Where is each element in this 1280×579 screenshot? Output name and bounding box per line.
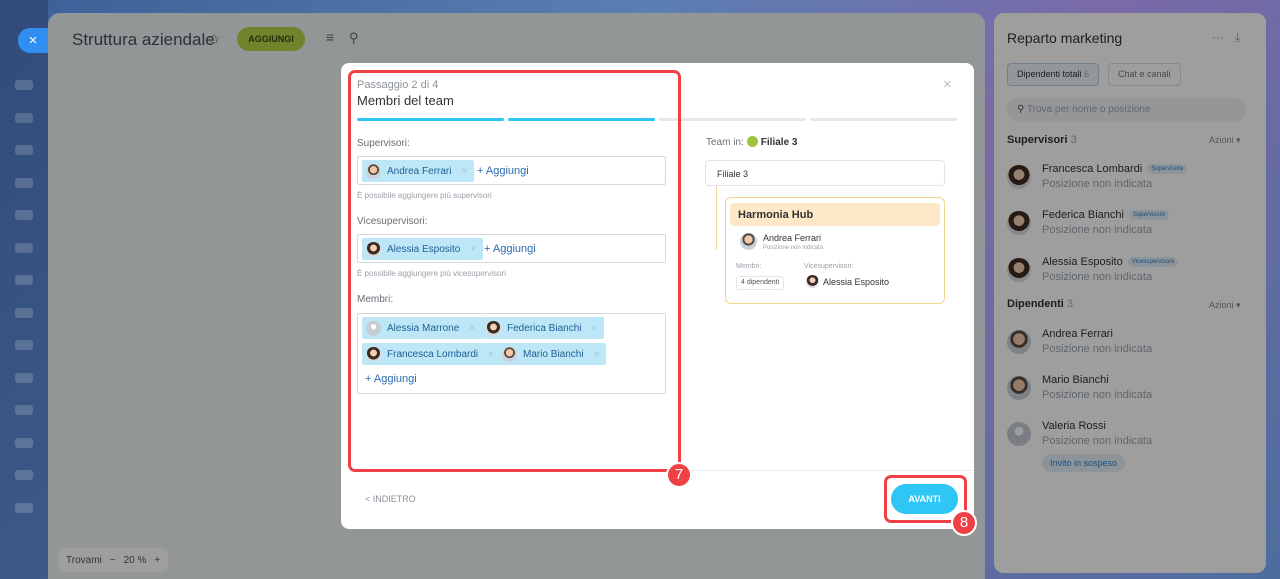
avatar xyxy=(806,275,819,288)
team-preview-card: Harmonia Hub Andrea Ferrari Posizione no… xyxy=(725,197,945,304)
left-nav-strip xyxy=(0,0,48,579)
nav-icon[interactable] xyxy=(15,178,33,188)
vice-caption: Vicesupervisori: xyxy=(804,263,854,270)
nav-icon[interactable] xyxy=(15,113,33,123)
step-marker: 8 xyxy=(951,510,977,536)
close-slider-button[interactable]: × xyxy=(18,28,48,53)
nav-icon[interactable] xyxy=(15,340,33,350)
vice-name: Alessia Esposito xyxy=(823,277,890,287)
head-position: Posizione non indicata xyxy=(763,245,824,251)
members-caption: Membri: xyxy=(736,263,762,270)
head-name: Andrea Ferrari xyxy=(763,233,822,243)
panel-backdrop xyxy=(994,13,1266,573)
progress-step-3 xyxy=(659,118,806,121)
members-count: 4 dipendenti xyxy=(736,276,785,290)
nav-icon[interactable] xyxy=(15,210,33,220)
back-button[interactable]: < INDIETRO xyxy=(365,494,416,504)
nav-icon[interactable] xyxy=(15,145,33,155)
team-in-label: Team in: Filiale 3 xyxy=(706,136,798,148)
branch-icon xyxy=(746,136,758,147)
nav-icon[interactable] xyxy=(15,470,33,480)
nav-icon[interactable] xyxy=(15,80,33,90)
nav-icon[interactable] xyxy=(15,243,33,253)
nav-icon[interactable] xyxy=(15,405,33,415)
nav-icon[interactable] xyxy=(15,373,33,383)
nav-icon[interactable] xyxy=(15,503,33,513)
progress-step-4 xyxy=(810,118,957,121)
tree-connector xyxy=(716,186,717,250)
avatar xyxy=(740,233,757,250)
highlight-box xyxy=(348,70,681,472)
step-marker: 7 xyxy=(666,462,692,488)
team-name: Harmonia Hub xyxy=(730,203,940,226)
nav-icon[interactable] xyxy=(15,308,33,318)
parent-node: Filiale 3 xyxy=(705,160,945,186)
close-icon[interactable]: × xyxy=(943,76,952,93)
nav-icon[interactable] xyxy=(15,275,33,285)
nav-icon[interactable] xyxy=(15,438,33,448)
divider xyxy=(681,470,974,471)
